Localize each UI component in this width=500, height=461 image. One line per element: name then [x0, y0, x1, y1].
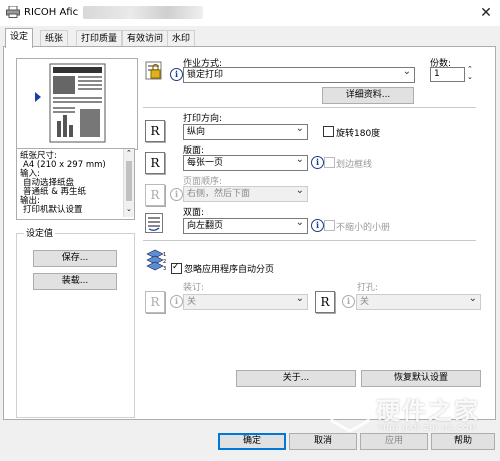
border-line-label: 划边框线	[336, 160, 373, 170]
close-button[interactable]: ✕	[476, 3, 496, 23]
staple-icon: R	[145, 291, 165, 313]
info-scrollbar[interactable]: ⌃ ⌄	[123, 149, 134, 217]
duplex-select[interactable]: 向左翻页	[183, 216, 308, 234]
duplex-icon	[145, 213, 163, 233]
collate-icon: 1 2 3	[146, 249, 166, 272]
punch-icon: R	[315, 291, 335, 313]
copies-spinner[interactable]: ⌃ ⌄	[467, 65, 473, 81]
page-preview	[16, 58, 138, 150]
layout-icon: R	[145, 152, 165, 174]
layout-select[interactable]: 每张一页	[183, 153, 308, 171]
tab-watermark[interactable]: 水印	[167, 30, 196, 47]
info-line: 打印机默认设置	[23, 205, 83, 215]
copies-input[interactable]: 1	[430, 67, 465, 82]
divider	[143, 107, 476, 108]
ignore-auto-collate-checkbox[interactable]	[171, 262, 182, 274]
save-settings-button[interactable]: 保存...	[33, 250, 117, 267]
preview-image	[35, 63, 106, 143]
booklet-checkbox[interactable]	[324, 220, 335, 231]
tab-settings[interactable]: 设定	[5, 28, 34, 48]
rotate-180-label: 旋转180度	[336, 129, 381, 139]
settings-group-label: 设定值	[24, 226, 56, 239]
border-line-checkbox[interactable]	[324, 157, 335, 168]
page-order-select[interactable]: 右侧，然后下面	[183, 184, 308, 202]
info-icon[interactable]: i	[311, 156, 324, 169]
lock-print-icon	[145, 61, 162, 80]
svg-text:2: 2	[163, 259, 166, 265]
punch-label: 打孔:	[357, 283, 379, 293]
load-settings-button[interactable]: 装载...	[33, 273, 117, 290]
orientation-label: 打印方向:	[183, 114, 223, 124]
punch-select[interactable]: 关	[356, 292, 481, 310]
title-blurred-region	[83, 6, 203, 19]
info-icon[interactable]: i	[311, 219, 324, 232]
rotate-180-checkbox[interactable]	[323, 126, 334, 137]
window-title: RICOH Afic	[24, 7, 79, 18]
job-type-select[interactable]: 锁定打印	[183, 65, 415, 83]
scroll-thumb[interactable]	[126, 161, 132, 201]
scroll-down-icon[interactable]: ⌄	[126, 205, 132, 214]
watermark-logo-icon	[330, 389, 370, 433]
site-watermark: 硬件之家 YING JIAN ZHI JIA.COM	[330, 385, 500, 461]
svg-text:3: 3	[163, 266, 166, 272]
title-bar: RICOH Afic ✕	[0, 0, 500, 26]
info-icon[interactable]: i	[342, 295, 355, 308]
info-icon[interactable]: i	[170, 188, 183, 201]
svg-text:1: 1	[163, 252, 166, 258]
details-button[interactable]: 详细资料...	[322, 87, 414, 104]
staple-label: 装订:	[183, 283, 205, 293]
paper-info-list[interactable]: 纸张尺寸: A4 (210 x 297 mm) 输入: 自动选择纸盘 普通纸 &…	[16, 148, 135, 220]
ok-button[interactable]: 确定	[218, 433, 286, 450]
printer-icon	[6, 6, 20, 18]
divider	[143, 240, 476, 241]
watermark-subtext: YING JIAN ZHI JIA.COM	[378, 424, 477, 432]
duplex-label: 双面:	[183, 208, 205, 218]
info-icon[interactable]: i	[170, 68, 183, 81]
orientation-icon: R	[145, 120, 165, 142]
watermark-text: 硬件之家	[376, 397, 480, 425]
tab-paper[interactable]: 纸张	[40, 30, 69, 47]
booklet-label: 不缩小的小册	[336, 223, 391, 233]
info-icon[interactable]: i	[170, 295, 183, 308]
ignore-auto-collate-label: 忽略应用程序自动分页	[184, 265, 275, 275]
tab-valid-access[interactable]: 有效访问	[122, 30, 169, 47]
orientation-select[interactable]: 纵向	[183, 122, 308, 140]
scroll-up-icon[interactable]: ⌃	[126, 149, 132, 158]
staple-select[interactable]: 关	[183, 292, 308, 310]
page-order-icon: R	[145, 184, 165, 206]
tab-print-quality[interactable]: 打印质量	[76, 30, 123, 47]
